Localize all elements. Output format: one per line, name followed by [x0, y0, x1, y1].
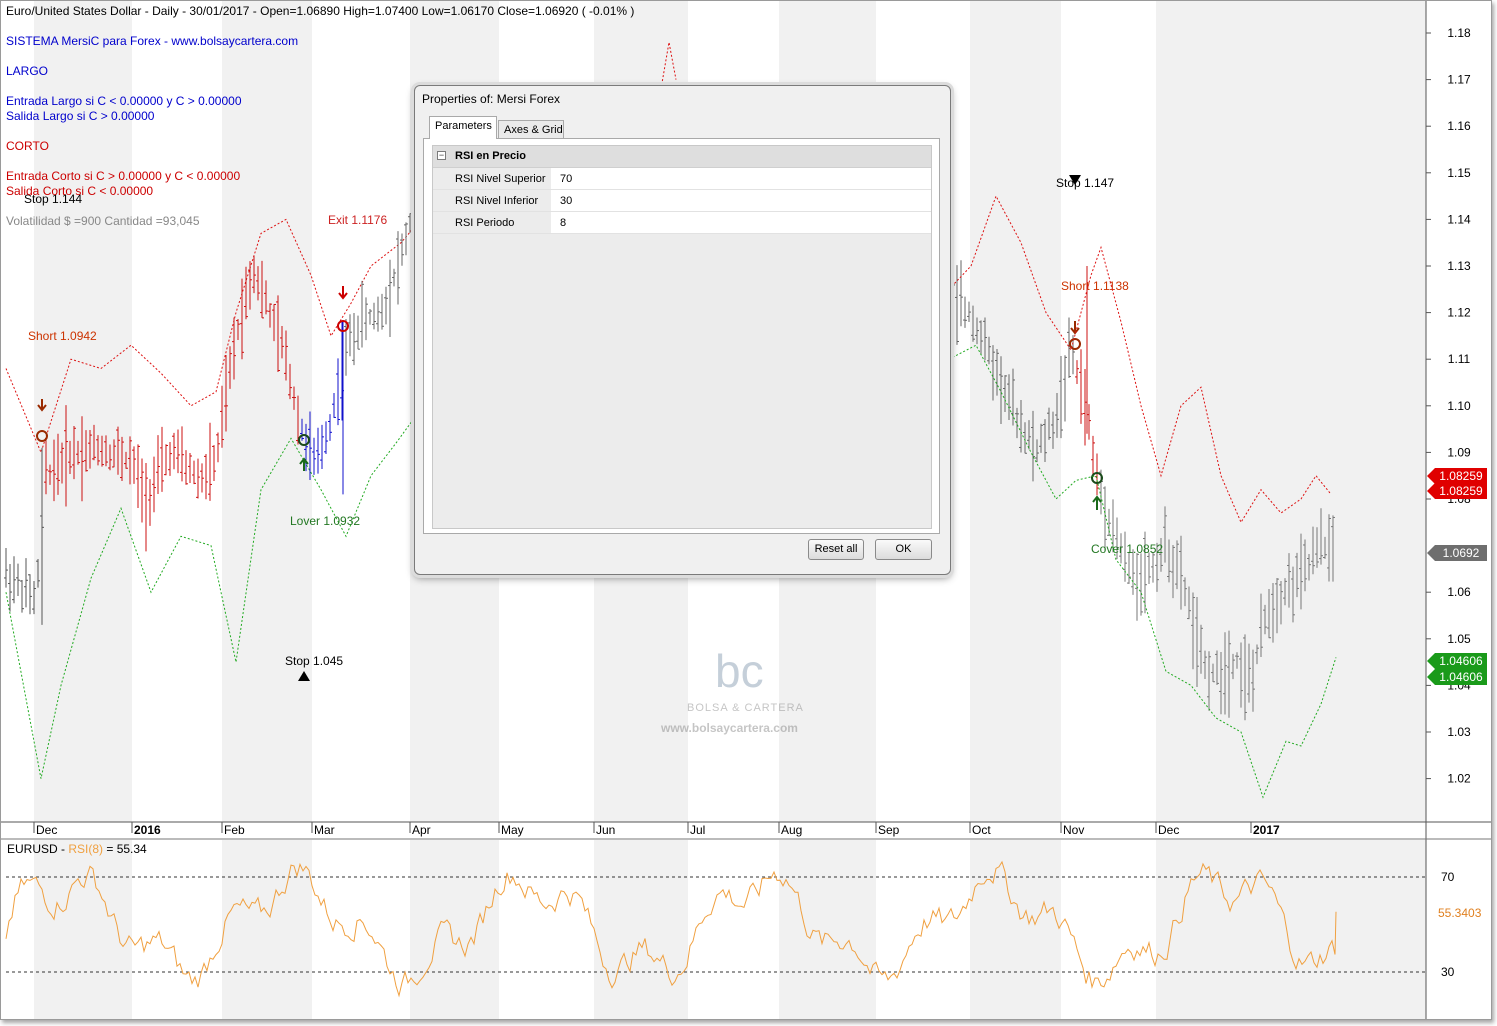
exit-arrow-icon: [338, 286, 348, 300]
chart-window: Stop 1.144 Exit 1.1176 Short 1.0942 Love…: [0, 0, 1492, 1020]
month-label: Jul: [690, 823, 705, 837]
volatilidad: Volatilidad $ =900 Cantidad =93,045: [6, 214, 200, 228]
month-shade: [410, 840, 499, 1019]
month-shade: [1251, 1, 1426, 822]
param-name: RSI Nivel Superior: [433, 168, 551, 189]
month-shade: [970, 1, 1061, 822]
rsi-badge: 55.3403: [1438, 906, 1482, 920]
month-label: 2017: [1253, 823, 1280, 837]
price-tick-label: 1.16: [1447, 119, 1471, 133]
price-tick-label: 1.11: [1448, 352, 1471, 366]
chart-title-line: Euro/United States Dollar - Daily - 30/0…: [6, 4, 635, 18]
price-tick-label: 1.06: [1447, 585, 1471, 599]
month-shade: [779, 840, 876, 1019]
param-value[interactable]: 8: [551, 212, 931, 233]
param-name: RSI Nivel Inferior: [433, 190, 551, 211]
month-shade: [34, 840, 132, 1019]
price-badge-label: 1.08259: [1439, 469, 1483, 483]
month-shade: [1156, 840, 1251, 1019]
month-shade: [222, 840, 312, 1019]
stop-label-2: Stop 1.045: [285, 654, 343, 668]
month-label: Jun: [596, 823, 615, 837]
properties-dialog[interactable]: Properties of: Mersi Forex Parameters Ax…: [414, 85, 951, 575]
price-tick-label: 1.03: [1447, 725, 1471, 739]
price-badge-label: 1.04606: [1439, 670, 1483, 684]
entrada-corto: Entrada Corto si C > 0.00000 y C < 0.000…: [6, 169, 241, 183]
month-shade: [34, 1, 132, 822]
short-label-1: Short 1.0942: [28, 329, 97, 343]
month-label: Dec: [36, 823, 57, 837]
month-shade: [1251, 840, 1426, 1019]
price-tick-label: 1.05: [1447, 632, 1471, 646]
collapse-toggle-icon[interactable]: −: [437, 151, 446, 160]
month-label: 2016: [134, 823, 161, 837]
tab-parameters[interactable]: Parameters: [429, 116, 497, 139]
month-label: Feb: [224, 823, 245, 837]
price-tick-label: 1.02: [1447, 772, 1471, 786]
price-tick-label: 1.15: [1447, 166, 1471, 180]
rsi-tick-30: 30: [1441, 965, 1455, 979]
month-label: Sep: [878, 823, 900, 837]
param-row[interactable]: RSI Nivel Superior 70: [433, 168, 931, 190]
system-name: SISTEMA MersiC para Forex - www.bolsayca…: [6, 34, 299, 48]
category-row[interactable]: − RSI en Precio: [433, 146, 931, 168]
short-label-2: Short 1.1138: [1061, 279, 1129, 293]
reset-all-button[interactable]: Reset all: [808, 539, 864, 560]
rsi-tick-70: 70: [1441, 870, 1455, 884]
rsi-label-prefix: EURUSD -: [7, 842, 68, 856]
watermark-url: www.bolsaycartera.com: [660, 721, 798, 735]
price-badge-label: 1.04606: [1439, 654, 1483, 668]
price-tick-label: 1.17: [1447, 73, 1471, 87]
month-label: May: [501, 823, 524, 837]
entrada-largo: Entrada Largo si C < 0.00000 y C > 0.000…: [6, 94, 242, 108]
price-badge-label: 1.0692: [1443, 546, 1480, 560]
month-shade: [594, 840, 688, 1019]
month-label: Apr: [412, 823, 431, 837]
cover-arrow-icon-2: [1092, 495, 1102, 510]
dialog-title: Properties of: Mersi Forex: [422, 92, 561, 106]
exit-label: Exit 1.1176: [328, 213, 387, 227]
largo-heading: LARGO: [6, 64, 49, 78]
tab-axes-grid[interactable]: Axes & Grid: [498, 120, 564, 139]
rsi-label-value: = 55.34: [103, 842, 147, 856]
cover-label-2: Cover 1.0852: [1091, 542, 1163, 556]
property-grid[interactable]: − RSI en Precio RSI Nivel Superior 70 RS…: [432, 145, 932, 529]
month-label: Oct: [972, 823, 991, 837]
cover-label-1: Lover 1.0932: [290, 514, 360, 528]
price-tick-label: 1.14: [1447, 212, 1471, 226]
month-label: Nov: [1063, 823, 1084, 837]
price-tick-label: 1.12: [1447, 306, 1471, 320]
price-badge-label: 1.08259: [1439, 484, 1483, 498]
salida-largo: Salida Largo si C > 0.00000: [6, 109, 155, 123]
ok-button[interactable]: OK: [875, 539, 932, 560]
watermark-logo: bc: [715, 645, 764, 697]
month-label: Aug: [781, 823, 802, 837]
short-arrow-icon-2: [1070, 321, 1080, 335]
watermark-brand: BOLSA & CARTERA: [687, 702, 804, 714]
price-tick-label: 1.10: [1447, 399, 1471, 413]
stop-label-3: Stop 1.147: [1056, 176, 1114, 190]
rsi-label: EURUSD - RSI(8) = 55.34: [7, 842, 147, 856]
price-tick-label: 1.09: [1447, 445, 1471, 459]
param-value[interactable]: 70: [551, 168, 931, 189]
param-row[interactable]: RSI Periodo 8: [433, 212, 931, 234]
month-label: Mar: [314, 823, 335, 837]
parameters-panel: − RSI en Precio RSI Nivel Superior 70 RS…: [423, 138, 940, 534]
corto-heading: CORTO: [6, 139, 49, 153]
month-shade: [1156, 1, 1251, 822]
param-name: RSI Periodo: [433, 212, 551, 233]
price-tick-label: 1.18: [1447, 26, 1471, 40]
month-label: Dec: [1158, 823, 1179, 837]
price-tick-label: 1.13: [1447, 259, 1471, 273]
month-shade: [970, 840, 1061, 1019]
time-axis-labels: Dec 2016 Feb Mar Apr May Jun Jul Aug Sep Oct Nov Dec…: [33, 822, 1280, 837]
param-row[interactable]: RSI Nivel Inferior 30: [433, 190, 931, 212]
rsi-label-indicator: RSI(8): [68, 842, 103, 856]
param-value[interactable]: 30: [551, 190, 931, 211]
category-label: RSI en Precio: [455, 150, 526, 162]
salida-corto: Salida Corto si C < 0.00000: [6, 184, 154, 198]
